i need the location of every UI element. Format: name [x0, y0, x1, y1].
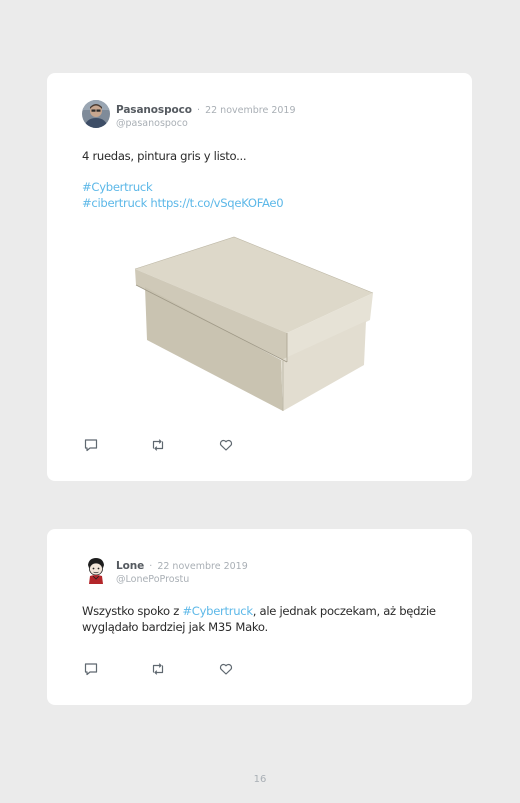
tweet-text-segment: Wszystko spoko z	[82, 604, 183, 618]
avatar[interactable]	[82, 556, 110, 584]
hashtag-link[interactable]: #Cybertruck	[82, 180, 153, 194]
like-icon[interactable]	[218, 661, 234, 677]
tweet-date[interactable]: 22 novembre 2019	[157, 561, 247, 572]
tweet-header: Lone · 22 novembre 2019 @LonePoProstu	[82, 556, 248, 586]
retweet-icon[interactable]	[150, 661, 166, 677]
tweet-date[interactable]: 22 novembre 2019	[205, 105, 295, 116]
reply-icon[interactable]	[83, 661, 99, 677]
author-name[interactable]: Pasanospoco	[116, 104, 192, 116]
tweet-header: Pasanospoco · 22 novembre 2019 @pasanosp…	[82, 100, 296, 130]
url-link[interactable]: https://t.co/vSqeKOFAe0	[150, 196, 283, 210]
separator: ·	[149, 561, 153, 572]
tweet-card: Lone · 22 novembre 2019 @LonePoProstu Ws…	[47, 529, 472, 705]
author-handle[interactable]: @LonePoProstu	[116, 573, 248, 586]
tweet-text-line: 4 ruedas, pintura gris y listo...	[82, 149, 247, 163]
retweet-icon[interactable]	[150, 437, 166, 453]
hashtag-link[interactable]: #Cybertruck	[182, 604, 253, 618]
author-meta: Pasanospoco · 22 novembre 2019 @pasanosp…	[116, 101, 296, 130]
author-name[interactable]: Lone	[116, 560, 144, 572]
separator: ·	[196, 105, 200, 116]
avatar[interactable]	[82, 100, 110, 128]
page-number: 16	[253, 774, 267, 785]
author-handle[interactable]: @pasanospoco	[116, 117, 296, 130]
reply-icon[interactable]	[83, 437, 99, 453]
tweet-text: 4 ruedas, pintura gris y listo... #Cyber…	[82, 149, 442, 211]
tweet-text: Wszystko spoko z #Cybertruck, ale jednak…	[82, 604, 442, 635]
tweet-image[interactable]	[133, 235, 378, 415]
hashtag-link[interactable]: #cibertruck	[82, 196, 147, 210]
like-icon[interactable]	[218, 437, 234, 453]
tweet-card: Pasanospoco · 22 novembre 2019 @pasanosp…	[47, 73, 472, 481]
author-meta: Lone · 22 novembre 2019 @LonePoProstu	[116, 557, 248, 586]
